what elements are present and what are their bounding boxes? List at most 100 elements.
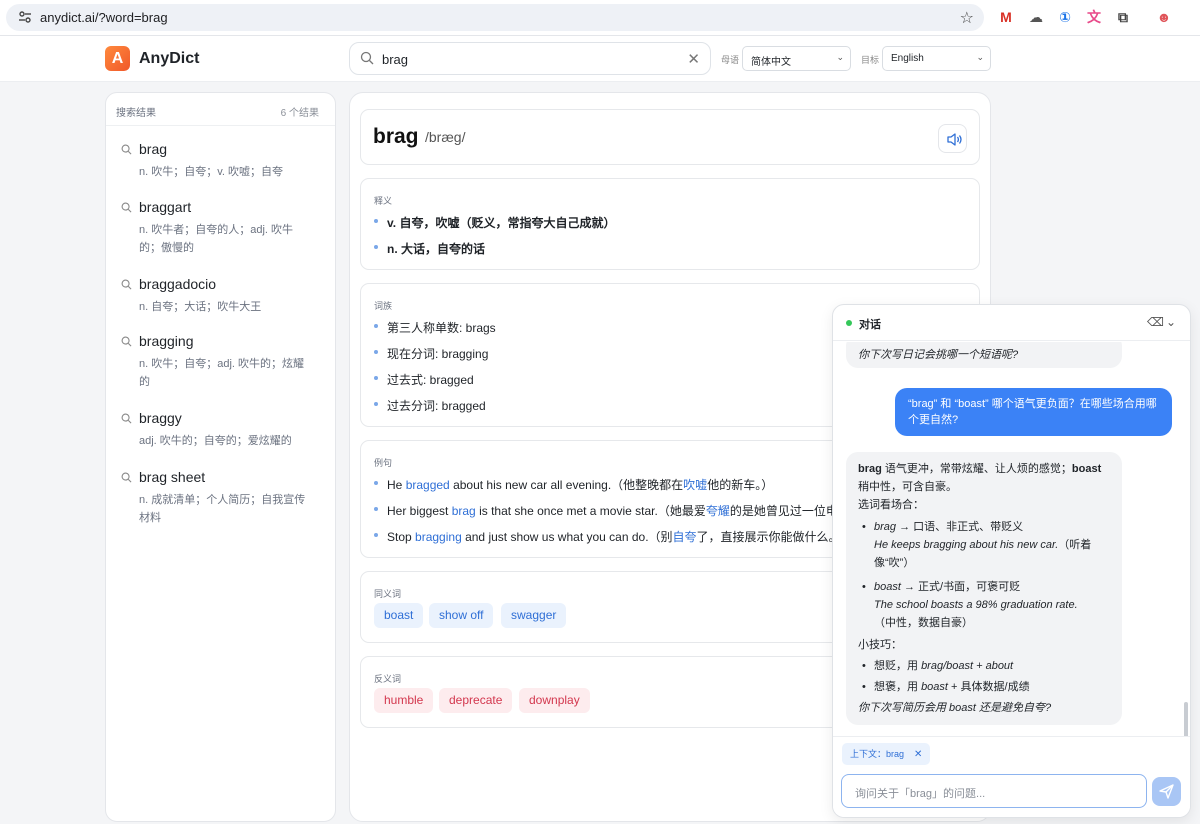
tip-item: 想褒，用 boast + 具体数据/成绩 [862, 678, 1110, 696]
profile-icon[interactable]: ☻ [1155, 8, 1173, 26]
message-text: 想贬，用 [874, 660, 922, 672]
message-text: 语气更冲，常带炫耀、让人烦的感觉； [881, 463, 1072, 475]
anydict-logo[interactable]: A [105, 46, 130, 71]
message-text: → 正式/书面，可褒可贬 [900, 581, 1021, 593]
chat-input[interactable]: 询问关于「brag」的问题... [841, 774, 1147, 808]
result-item[interactable]: brag n. 吹牛；自夸；v. 吹嘘；自夸 [106, 140, 335, 181]
search-value[interactable]: brag [382, 52, 408, 67]
example-highlight: bragging [415, 530, 462, 544]
search-icon [121, 336, 132, 347]
results-count: 6 个结果 [280, 108, 319, 119]
example-text: Stop [387, 530, 416, 544]
example-highlight: bragged [405, 478, 450, 492]
address-bar[interactable]: anydict.ai/?word=brag ☆ [6, 4, 984, 31]
definition-text: n. 大话，自夸的话 [387, 242, 485, 256]
target-language-value: English [891, 53, 924, 64]
synonym-chip[interactable]: show off [429, 603, 494, 628]
bold-term: boast [1071, 463, 1102, 475]
example-text: about his new car all evening.（他整晚都在 [449, 478, 684, 492]
send-icon [1159, 784, 1174, 799]
result-word[interactable]: bragging [139, 332, 315, 350]
result-word[interactable]: braggy [139, 409, 315, 427]
definitions-card: 释义 v. 自夸，吹嘘（贬义，常指夸大自己成就） n. 大话，自夸的话 [360, 178, 980, 270]
bookmark-star-icon[interactable]: ☆ [960, 8, 974, 28]
site-settings-icon[interactable] [18, 10, 32, 24]
brand-name[interactable]: AnyDict [139, 50, 199, 68]
search-icon [121, 472, 132, 483]
chat-title: 对话 [859, 319, 881, 331]
word-form-text: 过去分词: bragged [387, 399, 486, 413]
native-language-select[interactable]: 简体中文 ⌄ [742, 46, 851, 71]
result-item[interactable]: braggart n. 吹牛者；自夸的人；adj. 吹牛的；傲慢的 [106, 198, 335, 257]
headword: brag [373, 125, 419, 148]
result-item[interactable]: braggy adj. 吹牛的；自夸的；爱炫耀的 [106, 409, 335, 450]
antonym-chip[interactable]: deprecate [439, 688, 513, 713]
result-word[interactable]: brag sheet [139, 468, 315, 486]
definition-item: v. 自夸，吹嘘（贬义，常指夸大自己成就） [374, 214, 615, 231]
chat-panel: 对话 ⌫ ⌄ 你下次写日记会挑哪一个短语呢? “brag” 和 “boast” … [832, 304, 1191, 818]
antonym-chip[interactable]: downplay [519, 688, 590, 713]
definition-item: n. 大话，自夸的话 [374, 240, 485, 257]
clear-chat-icon[interactable]: ⌫ [1147, 315, 1164, 329]
gmail-icon[interactable]: M [997, 8, 1015, 26]
usage-item: boast → 正式/书面，可褒可贬 The school boasts a 98… [862, 578, 1110, 632]
close-icon[interactable]: ✕ [914, 749, 922, 760]
results-header: 搜索结果 6 个结果 [106, 93, 335, 126]
message-text: （中性，数据自豪） [874, 617, 973, 629]
target-language-select[interactable]: English ⌄ [882, 46, 991, 71]
term: boast [921, 681, 948, 693]
result-word[interactable]: brag [139, 140, 315, 158]
send-button[interactable] [1152, 777, 1181, 806]
usage-item: brag → 口语、非正式、带贬义 He keeps bragging about… [862, 518, 1110, 572]
cloud-icon[interactable]: ☁ [1027, 8, 1045, 26]
translate-icon[interactable]: 文 [1085, 8, 1103, 26]
context-chip: 上下文：brag ✕ [842, 743, 931, 765]
example-highlight: 夸耀 [705, 504, 730, 518]
puzzle-icon[interactable]: ⧉ [1114, 8, 1132, 26]
search-icon [121, 202, 132, 213]
chevron-down-icon[interactable]: ⌄ [1166, 315, 1176, 329]
result-item[interactable]: brag sheet n. 成就清单；个人简历；自我宣传材料 [106, 468, 335, 527]
speaker-icon [947, 133, 962, 146]
synonym-chip[interactable]: swagger [501, 603, 567, 628]
chat-scrollbar[interactable] [1184, 702, 1188, 736]
antonym-chip[interactable]: humble [374, 688, 434, 713]
user-message: “brag” 和 “boast” 哪个语气更负面？在哪些场合用哪个更自然? [895, 388, 1172, 436]
password-icon[interactable]: ① [1056, 8, 1074, 26]
result-word[interactable]: braggadocio [139, 275, 315, 293]
chevron-down-icon: ⌄ [836, 52, 844, 62]
message-text: 想褒，用 [874, 681, 922, 693]
chevron-down-icon: ⌄ [976, 52, 984, 62]
pronounce-button[interactable] [938, 124, 967, 153]
bold-term: brag [858, 463, 882, 475]
word-form-item: 现在分词: bragging [374, 345, 488, 362]
example-text: Her biggest [387, 504, 452, 518]
example-text: is that she once met a movie star.（她最爱 [475, 504, 706, 518]
phonetic: /bræg/ [425, 129, 466, 145]
clear-icon[interactable]: ✕ [687, 50, 700, 68]
result-gloss: n. 成就清单；个人简历；自我宣传材料 [139, 494, 306, 524]
result-word[interactable]: braggart [139, 198, 315, 216]
example-text: 了，直接展示你能做什么。） [696, 530, 847, 544]
tip-item: 想贬，用 brag/boast + about [862, 657, 1110, 675]
url-text[interactable]: anydict.ai/?word=brag [40, 10, 168, 25]
message-text: + 具体数据/成绩 [947, 681, 1030, 693]
browser-toolbar: anydict.ai/?word=brag ☆ M ☁ ① 文 ⧉ ☻ [0, 0, 1200, 36]
example-highlight: 自夸 [672, 530, 697, 544]
antonyms-title: 反义词 [374, 674, 402, 684]
example-item: Her biggest brag is that she once met a … [374, 502, 892, 519]
search-input[interactable]: brag ✕ [349, 42, 711, 75]
example-sentence: The school boasts a 98% graduation rate. [874, 599, 1078, 611]
search-icon [121, 279, 132, 290]
result-item[interactable]: bragging n. 吹牛；自夸；adj. 吹牛的；炫耀的 [106, 332, 335, 391]
result-item[interactable]: braggadocio n. 自夸；大话；吹牛大王 [106, 275, 335, 316]
results-title: 搜索结果 [116, 108, 156, 119]
native-language-label: 母语 [721, 55, 740, 65]
synonyms-title: 同义词 [374, 589, 402, 599]
chat-messages: 你下次写日记会挑哪一个短语呢? “brag” 和 “boast” 哪个语气更负面… [833, 342, 1190, 736]
synonym-chip[interactable]: boast [374, 603, 424, 628]
target-language-label: 目标 [861, 55, 880, 65]
word-form-item: 第三人称单数: brags [374, 319, 496, 336]
app-header: A AnyDict brag ✕ 母语 简体中文 ⌄ 目标 English ⌄ [0, 36, 1200, 82]
result-gloss: adj. 吹牛的；自夸的；爱炫耀的 [139, 435, 292, 447]
